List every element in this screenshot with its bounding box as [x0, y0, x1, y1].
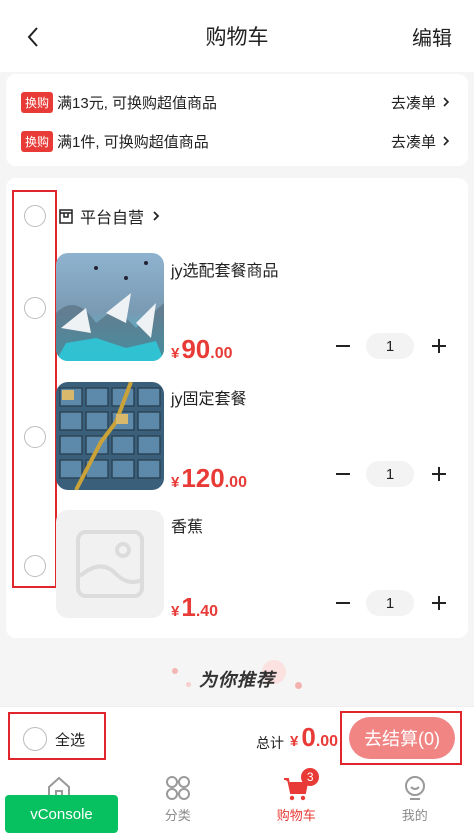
price-currency: ¥ [171, 603, 180, 620]
chevron-left-icon [27, 27, 38, 47]
product-price: ¥ 90 .00 [171, 334, 233, 365]
tab-cart[interactable]: 3 购物车 [237, 768, 356, 838]
tab-category[interactable]: 分类 [119, 768, 238, 838]
page-title: 购物车 [205, 26, 269, 49]
product-price: ¥ 120 .00 [171, 463, 247, 494]
product-image[interactable] [56, 253, 164, 361]
vconsole-button[interactable]: vConsole [5, 795, 118, 833]
product-image-placeholder[interactable] [56, 510, 164, 618]
promo-text: 满13元, 可换购超值商品 [57, 94, 218, 112]
plus-icon [432, 467, 446, 481]
promo-row[interactable]: 换购 满13元, 可换购超值商品 去凑单 [21, 89, 453, 115]
total-label: 总计 [256, 735, 284, 751]
price-currency: ¥ [171, 474, 180, 491]
select-all-label[interactable]: 全选 [55, 729, 85, 750]
recommend-header: 为你推荐 [0, 652, 474, 706]
plus-icon [432, 596, 446, 610]
minus-icon [336, 345, 350, 347]
promo-badge: 换购 [21, 91, 54, 113]
promo-link[interactable]: 去凑单 [391, 92, 453, 113]
edit-button[interactable]: 编辑 [412, 22, 452, 51]
quantity-stepper: 1 [332, 333, 450, 359]
chevron-right-icon [443, 97, 450, 107]
decrease-button[interactable] [332, 590, 354, 616]
promo-link[interactable]: 去凑单 [391, 131, 453, 152]
total-price: ¥ 0 .00 [290, 722, 338, 753]
store-icon [59, 209, 73, 224]
quantity-input[interactable]: 1 [366, 461, 414, 487]
decrease-button[interactable] [332, 333, 354, 359]
category-icon [165, 776, 190, 800]
increase-button[interactable] [428, 461, 450, 487]
image-placeholder-icon [76, 530, 144, 598]
tab-label: 我的 [401, 808, 428, 823]
back-button[interactable] [18, 22, 48, 52]
promo-link-label: 去凑单 [390, 133, 436, 151]
decor-dot [295, 682, 302, 689]
price-integer: 120 [181, 463, 225, 493]
price-integer: 1 [181, 592, 196, 622]
store-header[interactable]: 平台自营 [58, 204, 162, 228]
chevron-right-icon [153, 211, 160, 221]
promo-row[interactable]: 换购 满1件, 可换购超值商品 去凑单 [21, 128, 453, 154]
increase-button[interactable] [428, 333, 450, 359]
quantity-input[interactable]: 1 [366, 333, 414, 359]
price-currency: ¥ [171, 345, 180, 362]
product-checkbox[interactable] [24, 426, 46, 448]
decor-dot [172, 668, 178, 674]
total-decimal: .00 [315, 733, 339, 750]
plus-icon [432, 339, 446, 353]
tab-label: 分类 [164, 808, 191, 823]
price-integer: 90 [181, 334, 211, 364]
product-name[interactable]: 香蕉 [171, 513, 203, 537]
promo-card: 换购 满13元, 可换购超值商品 去凑单 换购 满1件, 可换购超值商品 去凑单 [6, 74, 468, 166]
checkout-button[interactable]: 去结算(0) [349, 717, 455, 759]
checkbox-highlight [12, 190, 57, 588]
profile-icon [404, 776, 425, 800]
total-currency: ¥ [290, 733, 299, 750]
promo-badge: 换购 [21, 130, 54, 152]
chevron-right-icon [443, 136, 450, 146]
tab-profile[interactable]: 我的 [356, 768, 474, 838]
recommend-title: 为你推荐 [199, 670, 275, 690]
decor-dot [186, 682, 191, 687]
price-decimal: .00 [210, 345, 233, 362]
store-checkbox[interactable] [24, 205, 46, 227]
price-decimal: .00 [224, 474, 247, 491]
minus-icon [336, 473, 350, 475]
promo-link-label: 去凑单 [390, 94, 436, 112]
minus-icon [336, 602, 350, 604]
promo-text: 满1件, 可换购超值商品 [57, 133, 209, 151]
total-integer: 0 [301, 722, 316, 752]
cart-badge: 3 [301, 768, 320, 786]
increase-button[interactable] [428, 590, 450, 616]
quantity-stepper: 1 [332, 461, 450, 487]
product-price: ¥ 1 .40 [171, 592, 218, 623]
product-checkbox[interactable] [24, 555, 46, 577]
nav-bar: 购物车 编辑 [0, 0, 474, 72]
price-decimal: .40 [195, 603, 219, 620]
decrease-button[interactable] [332, 461, 354, 487]
product-image[interactable] [56, 382, 164, 490]
quantity-stepper: 1 [332, 590, 450, 616]
product-checkbox[interactable] [24, 297, 46, 319]
product-name[interactable]: jy固定套餐 [171, 385, 247, 409]
quantity-input[interactable]: 1 [366, 590, 414, 616]
select-all-checkbox[interactable] [23, 727, 47, 751]
product-name[interactable]: jy选配套餐商品 [171, 257, 279, 281]
tab-label: 购物车 [276, 808, 316, 823]
store-name: 平台自营 [80, 210, 145, 227]
